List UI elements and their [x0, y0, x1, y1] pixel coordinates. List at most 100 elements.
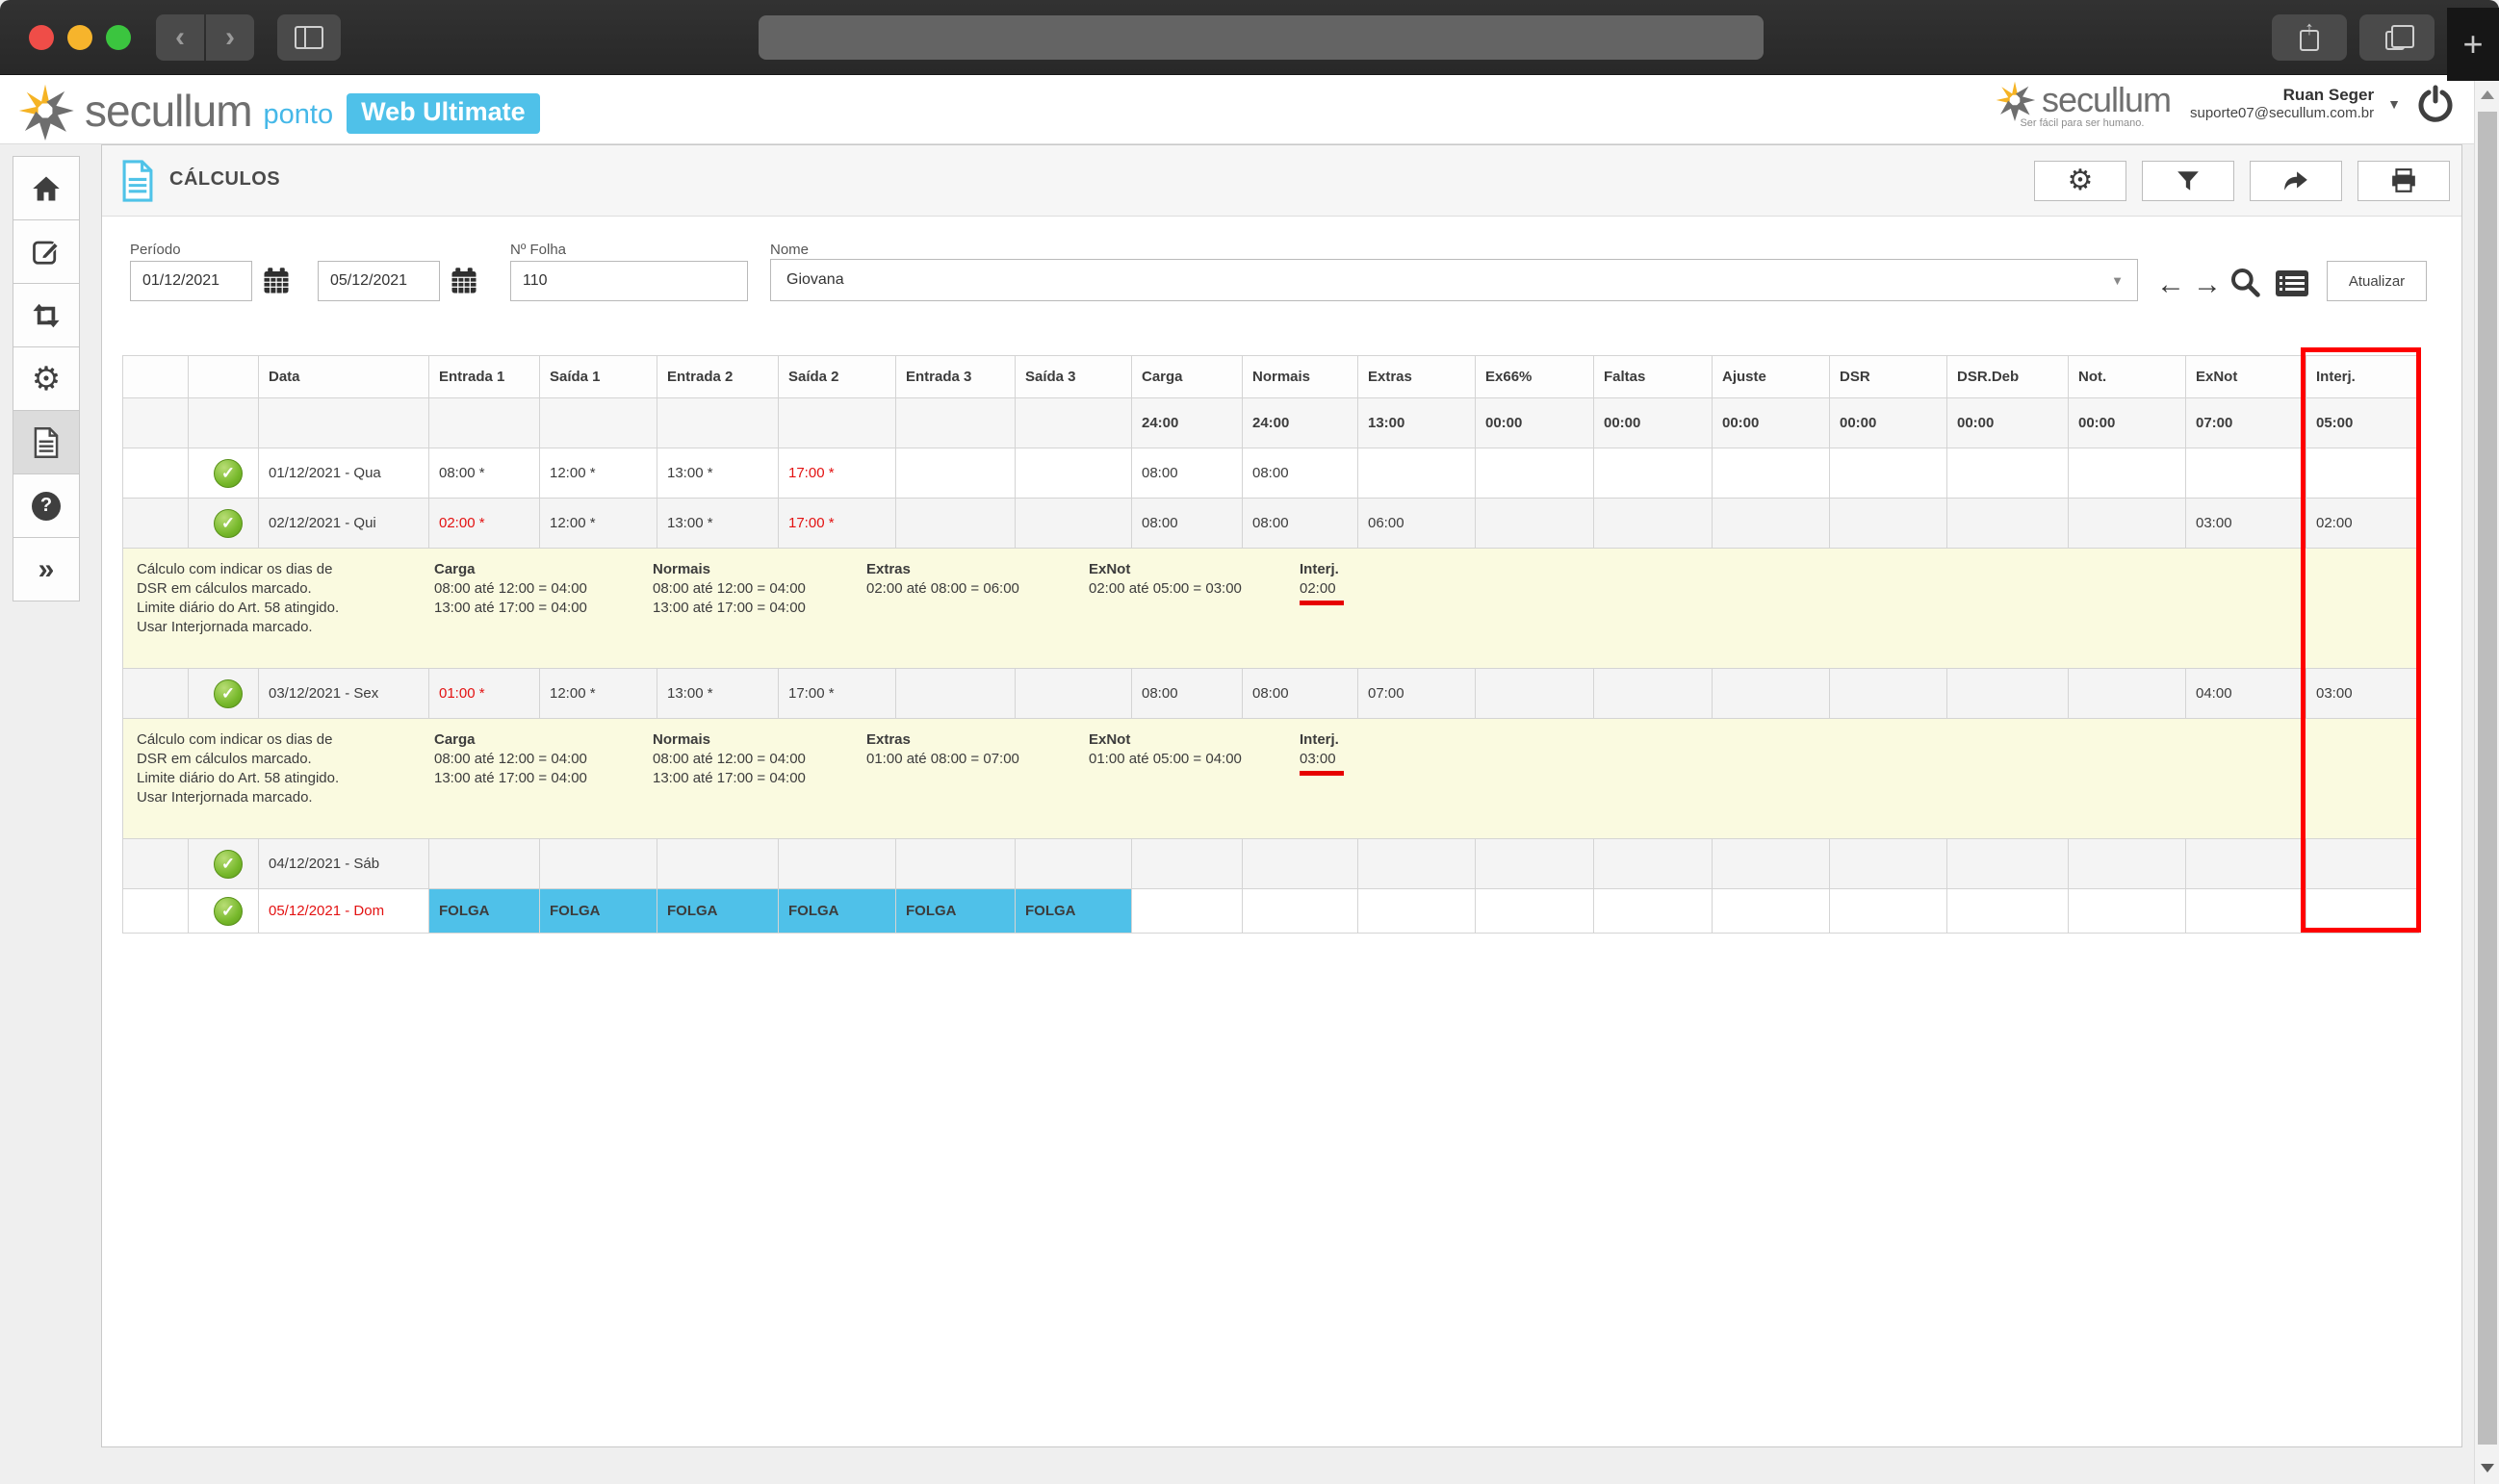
value-cell[interactable] [1476, 499, 1594, 549]
scroll-down-arrow-icon[interactable] [2481, 1464, 2494, 1472]
value-cell[interactable] [1016, 669, 1132, 719]
value-cell[interactable] [2069, 839, 2186, 889]
value-cell[interactable]: 04:00 [2186, 669, 2306, 719]
value-cell[interactable] [1358, 448, 1476, 499]
value-cell[interactable]: FOLGA [540, 889, 657, 934]
calendar-icon[interactable] [450, 267, 478, 295]
value-cell[interactable] [2186, 889, 2306, 934]
value-cell[interactable] [2186, 839, 2306, 889]
value-cell[interactable] [2069, 499, 2186, 549]
value-cell[interactable]: 03:00 [2186, 499, 2306, 549]
value-cell[interactable] [1016, 839, 1132, 889]
print-button[interactable] [2357, 161, 2450, 201]
value-cell[interactable]: 17:00 * [779, 499, 896, 549]
value-cell[interactable]: 08:00 [1243, 448, 1358, 499]
user-menu-caret-icon[interactable]: ▼ [2387, 96, 2401, 112]
value-cell[interactable]: 01:00 * [429, 669, 540, 719]
value-cell[interactable]: FOLGA [779, 889, 896, 934]
value-cell[interactable] [1713, 448, 1830, 499]
value-cell[interactable] [1476, 839, 1594, 889]
value-cell[interactable]: 12:00 * [540, 448, 657, 499]
value-cell[interactable]: 02:00 [2306, 499, 2419, 549]
value-cell[interactable]: 07:00 [1358, 669, 1476, 719]
browser-share-button[interactable] [2272, 14, 2347, 61]
date-cell[interactable]: 05/12/2021 - Dom [259, 889, 429, 934]
browser-new-tab-button[interactable]: + [2447, 8, 2499, 81]
value-cell[interactable] [896, 669, 1016, 719]
value-cell[interactable] [1476, 889, 1594, 934]
logout-power-icon[interactable] [2416, 85, 2455, 123]
browser-tabs-overview-button[interactable] [2359, 14, 2435, 61]
value-cell[interactable]: 08:00 [1132, 448, 1243, 499]
value-cell[interactable]: FOLGA [1016, 889, 1132, 934]
user-info[interactable]: Ruan Seger suporte07@secullum.com.br [2190, 85, 2374, 123]
vertical-scrollbar[interactable] [2474, 79, 2499, 1484]
value-cell[interactable] [2069, 448, 2186, 499]
value-cell[interactable]: 12:00 * [540, 669, 657, 719]
browser-back-button[interactable]: ‹ [156, 14, 204, 61]
value-cell[interactable] [1947, 839, 2069, 889]
value-cell[interactable] [1594, 499, 1713, 549]
value-cell[interactable] [2069, 889, 2186, 934]
date-cell[interactable]: 02/12/2021 - Qui [259, 499, 429, 549]
value-cell[interactable]: 08:00 [1243, 669, 1358, 719]
row-status-cell[interactable]: ✓ [189, 669, 259, 719]
value-cell[interactable] [1243, 889, 1358, 934]
scrollbar-thumb[interactable] [2478, 112, 2497, 1445]
date-cell[interactable]: 04/12/2021 - Sáb [259, 839, 429, 889]
value-cell[interactable] [1243, 839, 1358, 889]
value-cell[interactable]: FOLGA [429, 889, 540, 934]
value-cell[interactable] [429, 839, 540, 889]
value-cell[interactable] [1016, 448, 1132, 499]
value-cell[interactable]: 08:00 [1132, 669, 1243, 719]
date-to-input[interactable] [318, 261, 440, 301]
value-cell[interactable] [1713, 839, 1830, 889]
window-minimize-button[interactable] [67, 25, 92, 50]
date-cell[interactable]: 03/12/2021 - Sex [259, 669, 429, 719]
value-cell[interactable]: 08:00 [1243, 499, 1358, 549]
folha-input[interactable] [510, 261, 748, 301]
calendar-icon[interactable] [262, 267, 291, 295]
value-cell[interactable] [1594, 839, 1713, 889]
value-cell[interactable] [1594, 669, 1713, 719]
value-cell[interactable] [1476, 448, 1594, 499]
value-cell[interactable]: 13:00 * [657, 669, 779, 719]
value-cell[interactable] [1713, 499, 1830, 549]
value-cell[interactable]: 13:00 * [657, 499, 779, 549]
value-cell[interactable] [1947, 889, 2069, 934]
atualizar-button[interactable]: Atualizar [2327, 261, 2427, 301]
sidebar-item-sync[interactable] [13, 283, 80, 347]
value-cell[interactable] [896, 839, 1016, 889]
value-cell[interactable] [657, 839, 779, 889]
sidebar-item-home[interactable] [13, 156, 80, 220]
value-cell[interactable]: 17:00 * [779, 669, 896, 719]
filter-button[interactable] [2142, 161, 2234, 201]
value-cell[interactable] [1947, 499, 2069, 549]
value-cell[interactable]: 08:00 [1132, 499, 1243, 549]
value-cell[interactable] [1358, 839, 1476, 889]
value-cell[interactable] [1830, 499, 1947, 549]
row-status-cell[interactable]: ✓ [189, 448, 259, 499]
export-button[interactable] [2250, 161, 2342, 201]
value-cell[interactable]: FOLGA [657, 889, 779, 934]
value-cell[interactable] [1132, 839, 1243, 889]
window-close-button[interactable] [29, 25, 54, 50]
row-status-cell[interactable]: ✓ [189, 499, 259, 549]
value-cell[interactable] [1476, 669, 1594, 719]
window-zoom-button[interactable] [106, 25, 131, 50]
sidebar-item-edit[interactable] [13, 219, 80, 284]
value-cell[interactable]: 13:00 * [657, 448, 779, 499]
row-status-cell[interactable]: ✓ [189, 839, 259, 889]
value-cell[interactable] [1830, 669, 1947, 719]
value-cell[interactable] [896, 499, 1016, 549]
value-cell[interactable]: 12:00 * [540, 499, 657, 549]
browser-forward-button[interactable]: › [206, 14, 254, 61]
previous-employee-arrow[interactable]: ← [2156, 269, 2185, 301]
value-cell[interactable] [1713, 889, 1830, 934]
value-cell[interactable] [2306, 839, 2419, 889]
value-cell[interactable] [1947, 448, 2069, 499]
settings-button[interactable]: ⚙ [2034, 161, 2126, 201]
date-cell[interactable]: 01/12/2021 - Qua [259, 448, 429, 499]
value-cell[interactable] [1713, 669, 1830, 719]
value-cell[interactable] [1830, 889, 1947, 934]
